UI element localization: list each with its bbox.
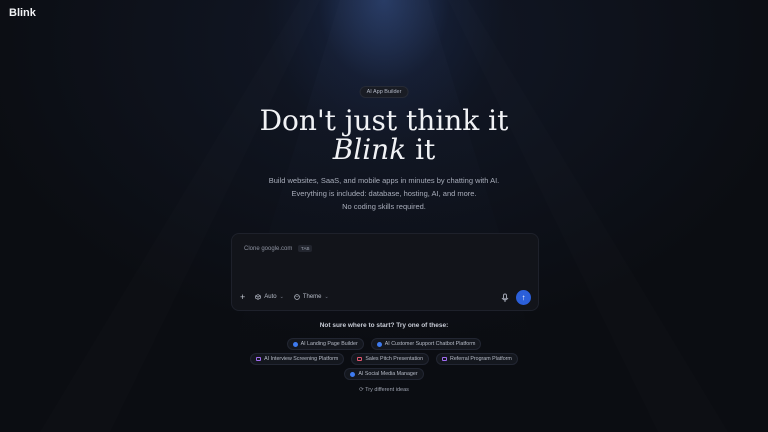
suggestion-chip[interactable]: Sales Pitch Presentation xyxy=(351,353,430,365)
theme-label: Theme xyxy=(302,294,322,300)
send-button[interactable]: ↑ xyxy=(516,290,531,305)
suggestion-chip[interactable]: Referral Program Platform xyxy=(436,353,518,365)
arrow-up-icon: ↑ xyxy=(521,293,526,302)
suggestion-chip[interactable]: AI Landing Page Builder xyxy=(286,338,364,350)
plus-icon[interactable]: + xyxy=(240,292,245,302)
prompt-toolbar: + Auto ⌄ Theme ⌄ xyxy=(240,292,329,302)
microphone-icon[interactable] xyxy=(500,293,510,303)
hero-badge: AI App Builder xyxy=(359,86,409,98)
refresh-icon: ⟳ xyxy=(359,387,364,393)
suggestion-chip[interactable]: AI Interview Screening Platform xyxy=(250,353,345,365)
headline-line-1: Don't just think it xyxy=(259,104,509,137)
suggestions-row-3: AI Social Media Manager xyxy=(0,368,768,380)
chip-label: AI Landing Page Builder xyxy=(300,341,358,347)
chevron-down-icon: ⌄ xyxy=(279,294,284,300)
tab-hint: TAB xyxy=(298,245,313,252)
chip-label: Sales Pitch Presentation xyxy=(365,356,424,362)
chip-label: AI Interview Screening Platform xyxy=(264,356,339,362)
suggestions-title: Not sure where to start? Try one of thes… xyxy=(319,322,449,329)
model-label: Auto xyxy=(264,294,277,300)
suggestions-row-2: AI Interview Screening Platform Sales Pi… xyxy=(0,353,768,365)
presentation-icon xyxy=(357,357,363,361)
monitor-icon xyxy=(442,357,448,361)
chevron-down-icon: ⌄ xyxy=(324,294,329,300)
headline-line-2: Blink it xyxy=(0,135,768,165)
subtitle-line-3: No coding skills required. xyxy=(342,202,426,211)
globe-icon xyxy=(376,341,382,347)
suggestion-chip[interactable]: AI Customer Support Chatbot Platform xyxy=(370,338,482,350)
suggestions-row-1: AI Landing Page Builder AI Customer Supp… xyxy=(0,338,768,350)
subtitle-line-1: Build websites, SaaS, and mobile apps in… xyxy=(268,176,500,185)
chip-label: Referral Program Platform xyxy=(450,356,512,362)
theme-select[interactable]: Theme ⌄ xyxy=(294,294,329,300)
model-select[interactable]: Auto ⌄ xyxy=(255,294,284,300)
cube-icon xyxy=(255,294,262,300)
monitor-icon xyxy=(256,357,262,361)
chip-label: AI Social Media Manager xyxy=(358,371,418,377)
chip-label: AI Customer Support Chatbot Platform xyxy=(384,341,476,347)
subtitle-line-2: Everything is included: database, hostin… xyxy=(291,189,477,198)
prompt-box[interactable]: Clone google.com TAB + Auto ⌄ Theme ⌄ ↑ xyxy=(231,233,539,311)
headline-line-2-rest: it xyxy=(406,133,436,166)
prompt-input[interactable]: Clone google.com TAB xyxy=(244,245,313,253)
try-different-ideas-button[interactable]: ⟳ Try different ideas xyxy=(0,387,768,393)
prompt-placeholder: Clone google.com xyxy=(244,246,293,253)
globe-icon xyxy=(350,371,356,377)
palette-icon xyxy=(294,294,300,300)
suggestion-chip[interactable]: AI Social Media Manager xyxy=(344,368,424,380)
try-label: Try different ideas xyxy=(365,387,409,393)
app-logo[interactable]: Blink xyxy=(9,7,36,19)
globe-icon xyxy=(292,341,298,347)
headline-brand-word: Blink xyxy=(332,133,407,166)
